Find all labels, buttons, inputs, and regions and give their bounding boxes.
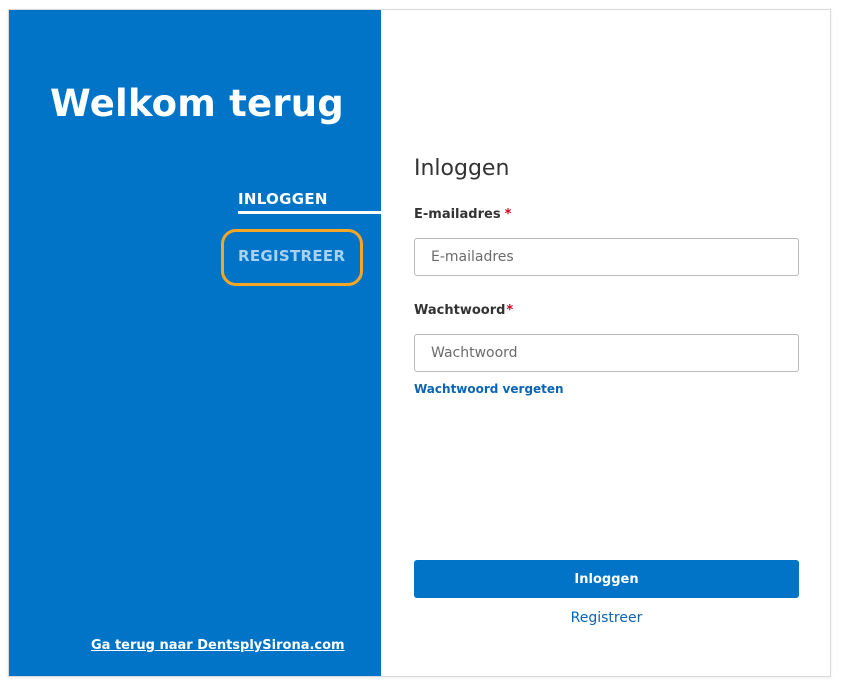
password-required-mark: * [506, 303, 514, 318]
login-form-panel: Inloggen E-mailadres* Wachtwoord* Wachtw… [381, 10, 830, 676]
login-card: Welkom terug INLOGGEN REGISTREER Ga teru… [8, 9, 831, 677]
form-title: Inloggen [414, 156, 510, 181]
tab-register[interactable]: REGISTREER [238, 247, 345, 265]
login-button[interactable]: Inloggen [414, 560, 799, 598]
active-tab-underline [238, 211, 381, 214]
tab-login[interactable]: INLOGGEN [238, 190, 328, 208]
email-label-text: E-mailadres [414, 207, 501, 222]
password-label-text: Wachtwoord [414, 303, 506, 318]
password-label: Wachtwoord* [414, 303, 513, 318]
email-input[interactable] [414, 238, 799, 276]
welcome-title: Welkom terug [50, 82, 344, 125]
back-to-dentsplysirona-link[interactable]: Ga terug naar DentsplySirona.com [91, 638, 345, 653]
email-required-mark: * [504, 207, 512, 222]
password-input[interactable] [414, 334, 799, 372]
forgot-password-link[interactable]: Wachtwoord vergeten [414, 382, 564, 396]
welcome-panel: Welkom terug INLOGGEN REGISTREER Ga teru… [9, 10, 381, 676]
register-link[interactable]: Registreer [414, 610, 799, 626]
email-label: E-mailadres * [414, 207, 511, 222]
